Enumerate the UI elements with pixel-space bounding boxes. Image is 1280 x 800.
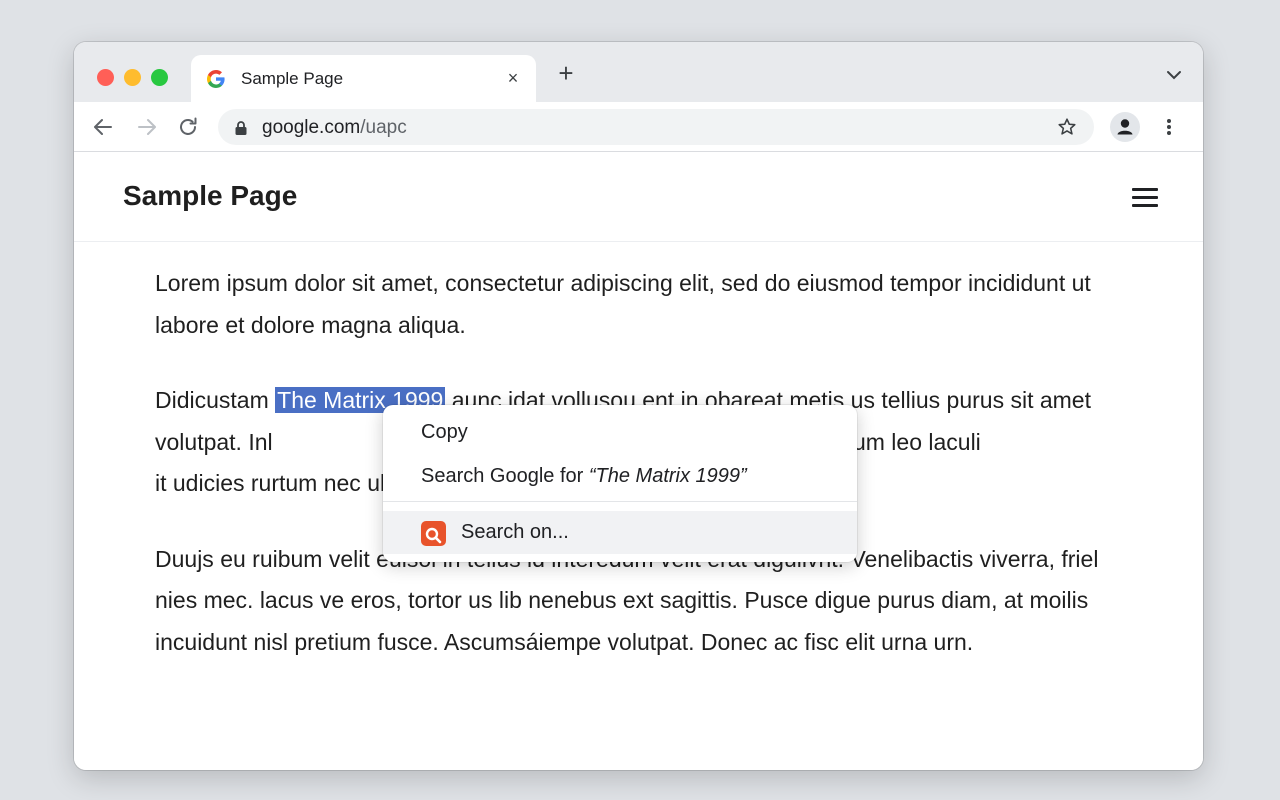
forward-arrow-icon[interactable] bbox=[135, 115, 159, 139]
context-menu-separator bbox=[383, 501, 857, 502]
maximize-window-button[interactable] bbox=[151, 69, 168, 86]
search-google-query: “The Matrix 1999” bbox=[588, 465, 747, 487]
close-window-button[interactable] bbox=[97, 69, 114, 86]
paragraph-1: Lorem ipsum dolor sit amet, consectetur … bbox=[155, 270, 1091, 338]
search-google-label: Search Google for bbox=[421, 465, 589, 487]
site-header: Sample Page bbox=[74, 153, 1203, 242]
google-favicon-icon bbox=[207, 70, 225, 88]
context-menu-search-google[interactable]: Search Google for “The Matrix 1999” bbox=[383, 459, 857, 499]
profile-avatar-icon[interactable] bbox=[1110, 112, 1140, 142]
new-tab-button[interactable]: + bbox=[554, 60, 578, 86]
tab-sample-page[interactable]: Sample Page × bbox=[191, 55, 536, 103]
site-title: Sample Page bbox=[123, 180, 298, 211]
url-text[interactable]: google.com/uapc bbox=[262, 117, 407, 139]
hamburger-menu-icon[interactable] bbox=[1132, 188, 1158, 210]
address-bar[interactable]: google.com/uapc bbox=[218, 109, 1094, 145]
url-path: /uapc bbox=[360, 117, 407, 138]
context-menu: Copy Search Google for “The Matrix 1999”… bbox=[383, 405, 857, 562]
url-host: google.com bbox=[262, 117, 361, 138]
context-menu-copy[interactable]: Copy bbox=[383, 417, 857, 457]
tab-close-icon[interactable]: × bbox=[502, 67, 524, 89]
lock-icon[interactable] bbox=[234, 120, 248, 136]
browser-window: Sample Page × + google.com/uapc Sample P… bbox=[74, 42, 1203, 770]
chevron-down-icon[interactable] bbox=[1165, 66, 1183, 84]
paragraph-2-before: Didicustam bbox=[155, 387, 276, 413]
reload-icon[interactable] bbox=[176, 115, 200, 139]
search-icon bbox=[421, 521, 446, 546]
tab-strip: Sample Page × + bbox=[74, 42, 1203, 103]
context-menu-search-on[interactable]: Search on... bbox=[383, 511, 857, 554]
tab-title: Sample Page bbox=[241, 69, 344, 88]
minimize-window-button[interactable] bbox=[124, 69, 141, 86]
more-menu-icon[interactable] bbox=[1161, 115, 1177, 139]
browser-toolbar: google.com/uapc bbox=[74, 102, 1203, 152]
person-icon bbox=[1117, 119, 1133, 135]
bookmark-star-icon[interactable] bbox=[1056, 116, 1078, 138]
search-on-label: Search on... bbox=[461, 521, 569, 543]
back-arrow-icon[interactable] bbox=[91, 115, 115, 139]
